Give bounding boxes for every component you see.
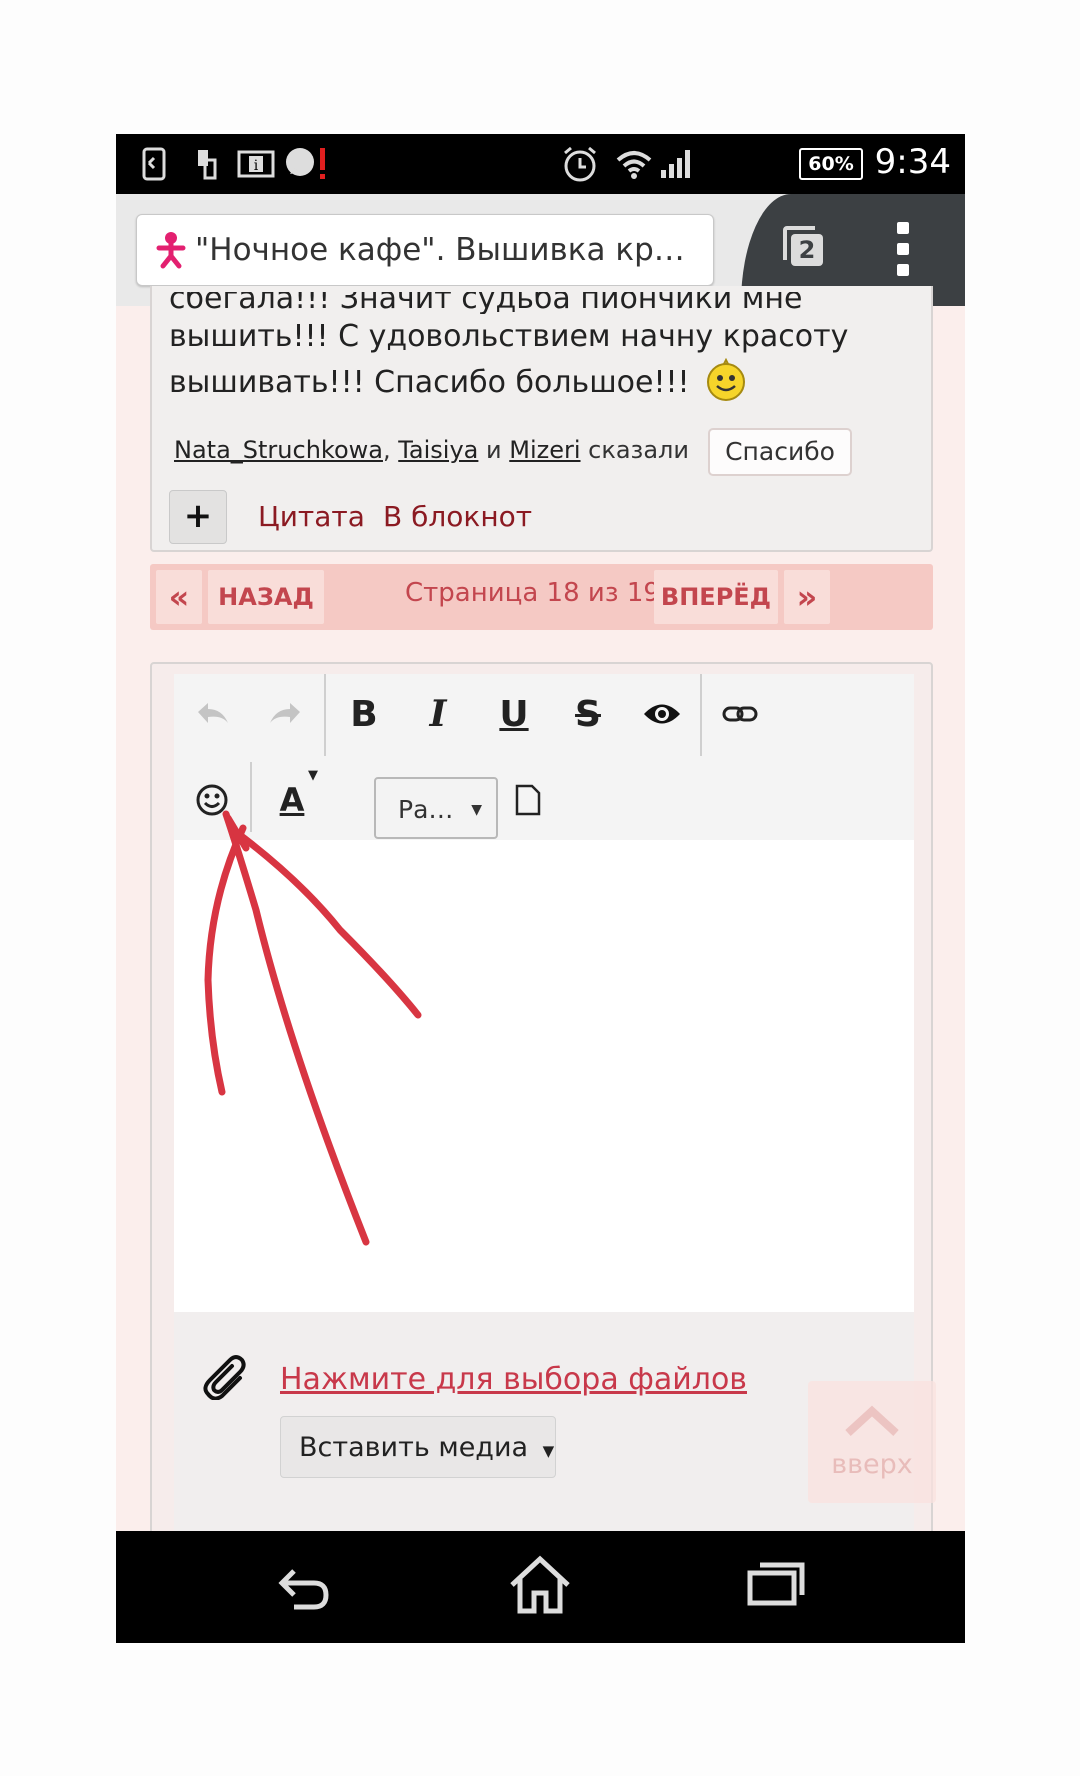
caret-down-icon: ▼ (471, 802, 482, 818)
liker-link[interactable]: Mizeri (509, 436, 580, 464)
home-icon[interactable] (508, 1555, 572, 1619)
tab-switcher-button[interactable]: 2 (781, 224, 827, 270)
first-page-button[interactable]: « (156, 570, 202, 624)
paperclip-icon (202, 1350, 248, 1404)
chevron-up-icon (845, 1405, 899, 1436)
page-selector[interactable]: Страница 18 из 19 ▼ (405, 578, 681, 608)
browser-menu-button[interactable] (896, 222, 910, 276)
font-family-select[interactable]: Ра… ▼ (374, 777, 498, 839)
menu-dot (897, 264, 909, 276)
bold-icon[interactable]: B (334, 684, 394, 744)
text-color-caret-icon[interactable]: ▼ (308, 768, 318, 783)
underline-icon[interactable]: U (484, 684, 544, 744)
page-content: сбегала!!! Значит судьба пиончики мне вы… (116, 286, 965, 1566)
liker-link[interactable]: Nata_Struchkowa (174, 436, 383, 464)
likes-separator: , (382, 436, 399, 464)
likes-separator: и (478, 436, 510, 464)
forum-post: сбегала!!! Значит судьба пиончики мне вы… (150, 286, 933, 552)
toolbar-divider (250, 762, 252, 832)
attachments-bar: Нажмите для выбора файлов Вставить медиа… (174, 1312, 914, 1562)
post-text-line: вышивать!!! Спасибо большое!!! (169, 365, 690, 400)
undo-icon[interactable] (182, 684, 242, 744)
likes-suffix: сказали (580, 436, 689, 464)
caret-down-icon: ▼ (542, 1442, 555, 1460)
scroll-to-top-label: вверх (831, 1449, 913, 1480)
insert-media-button[interactable]: Вставить медиа ▼ (280, 1416, 556, 1478)
back-icon[interactable] (274, 1559, 334, 1619)
liker-link[interactable]: Taisiya (398, 436, 478, 464)
likes-summary: Nata_Struchkowa, Taisiya и Mizeri сказал… (174, 436, 689, 464)
post-message: сбегала!!! Значит судьба пиончики мне вы… (169, 292, 909, 406)
last-page-button[interactable]: » (784, 570, 830, 624)
status-bar: i 60% 9:34 (116, 134, 965, 194)
signal-icon (658, 146, 696, 182)
svg-text:i: i (254, 158, 259, 174)
choose-files-link[interactable]: Нажмите для выбора файлов (280, 1362, 747, 1397)
recent-apps-icon[interactable] (746, 1559, 806, 1613)
redo-icon[interactable] (256, 684, 316, 744)
post-text-line: сбегала!!! Значит судьба пиончики мне (169, 292, 803, 314)
smiley-icon[interactable] (182, 770, 242, 830)
site-favicon-icon (155, 230, 187, 270)
chat-alert-icon (284, 146, 330, 182)
quote-link[interactable]: Цитата (258, 500, 365, 533)
page-info-text: Страница 18 из 19 (405, 578, 660, 608)
thanks-button[interactable]: Спасибо (708, 428, 852, 476)
notebook-link[interactable]: В блокнот (383, 500, 532, 533)
info-notification-icon: i (236, 146, 276, 182)
screenshot-notification-icon (140, 146, 168, 182)
battery-indicator: 60% (799, 148, 863, 180)
alarm-icon (560, 146, 600, 182)
prev-page-button[interactable]: НАЗАД (208, 570, 324, 624)
smiley-emoji-icon (704, 357, 748, 402)
insert-media-label: Вставить медиа (299, 1432, 529, 1463)
post-text-line: вышить!!! С удовольствием начну красоту (169, 319, 849, 354)
device-notification-icon (194, 146, 220, 182)
address-bar[interactable]: "Ночное кафе". Вышивка кре... (136, 214, 714, 286)
italic-icon[interactable]: I (408, 684, 468, 744)
toolbar-divider (324, 674, 326, 756)
scroll-to-top-button[interactable]: вверх (808, 1381, 936, 1503)
tab-count: 2 (798, 236, 816, 264)
clock: 9:34 (874, 142, 951, 182)
editor-toolbar: B I U S A ▼ Ра… ▼ (174, 674, 914, 840)
next-page-button[interactable]: ВПЕРЁД (654, 570, 778, 624)
menu-dot (897, 222, 909, 234)
link-icon[interactable] (710, 684, 770, 744)
navigation-bar (116, 1531, 965, 1643)
page-title: "Ночное кафе". Вышивка кре... (195, 232, 695, 268)
phone-screen: i 60% 9:34 "Ночное кафе". Вышивка кре...… (116, 134, 965, 1643)
message-textarea[interactable] (174, 840, 914, 1312)
font-select-value: Ра… (398, 795, 454, 824)
strikethrough-icon[interactable]: S (558, 684, 618, 744)
eye-icon[interactable] (632, 684, 692, 744)
pagination: « НАЗАД Страница 18 из 19 ▼ ВПЕРЁД » (150, 564, 933, 630)
menu-dot (897, 243, 909, 255)
plus-button[interactable]: + (169, 490, 227, 544)
toolbar-divider (700, 674, 702, 756)
new-document-icon[interactable] (498, 770, 558, 830)
wifi-icon (614, 146, 654, 182)
